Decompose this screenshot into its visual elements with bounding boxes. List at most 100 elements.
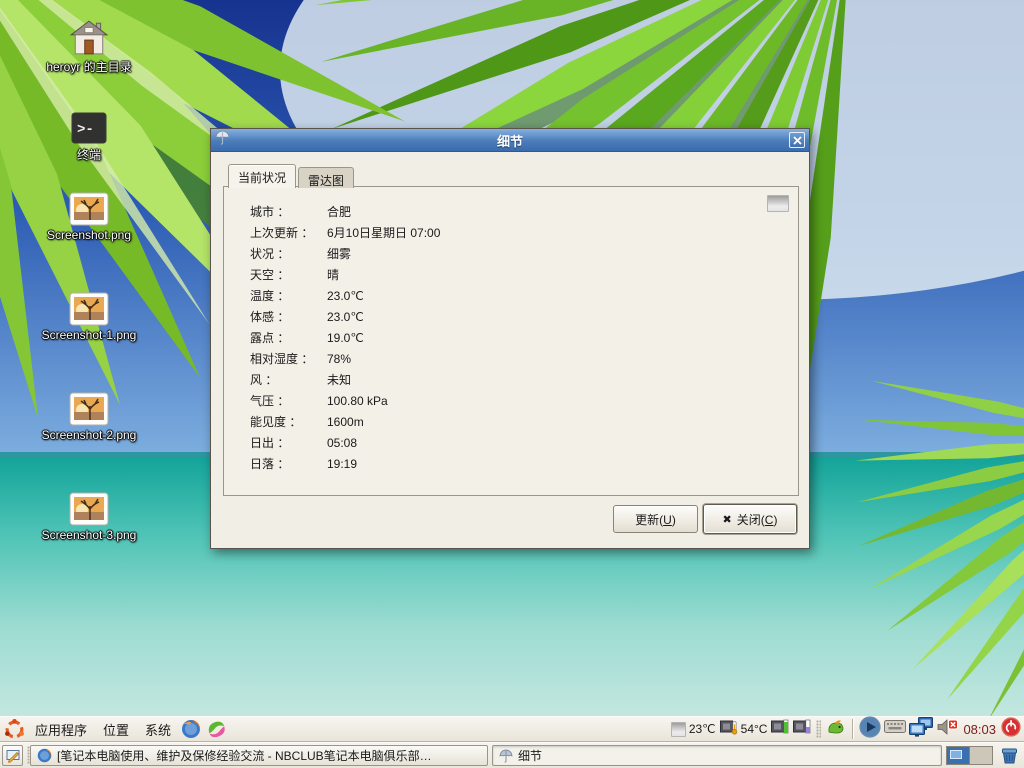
field-row-sunrise: 日出 ：05:08 [250,434,440,455]
field-label: 风 ： [250,371,327,388]
clock[interactable]: 08:03 [963,722,996,737]
cpu-thermometer-icon[interactable] [719,718,738,740]
field-value: 19:19 [327,457,357,471]
svg-text:>-: >- [77,122,94,138]
sensor-temp-label: 23℃ [689,722,716,736]
tab-current-conditions[interactable]: 当前状况 [228,164,296,188]
field-row-temperature: 温度 ：23.0℃ [250,287,440,308]
tray-separator [852,719,853,739]
weather-details-dialog: 细节 当前状况 雷达图 城市 ：合肥 上次更新 ：6月10日星期日 07:00 … [210,128,810,549]
workspace-2[interactable] [969,747,992,764]
field-label: 气压 ： [250,392,327,409]
sensors-applet-icon[interactable] [826,718,846,741]
workspace-1[interactable] [947,747,969,764]
terminal-icon: >- [28,104,150,144]
field-label: 上次更新 ： [250,224,327,241]
cpu-load-green-icon[interactable] [770,718,789,740]
field-value: 6月10日星期日 07:00 [327,224,440,241]
weather-image-placeholder-icon [767,195,789,212]
field-value: 78% [327,352,351,366]
menu-system[interactable]: 系统 [137,717,179,742]
field-label: 温度 ： [250,287,327,304]
swirl-launcher-icon[interactable] [205,718,227,740]
show-desktop-button[interactable] [2,745,23,766]
field-row-sunset: 日落 ：19:19 [250,455,440,476]
window-list-taskbar: [笔记本电脑使用、维护及保修经验交流 - NBCLUB笔记本电脑俱乐部… 细节 [0,741,1024,768]
field-label: 露点 ： [250,329,327,346]
field-value: 细雾 [327,245,351,262]
window-title: [笔记本电脑使用、维护及保修经验交流 - NBCLUB笔记本电脑俱乐部… [57,747,432,764]
workspace-window-thumb [950,750,962,759]
power-button-icon[interactable] [1001,717,1021,742]
field-value: 05:08 [327,436,357,450]
trash-icon[interactable] [1000,746,1019,768]
field-value: 100.80 kPa [327,394,388,408]
firefox-icon[interactable] [181,719,201,739]
media-player-icon[interactable] [859,716,881,743]
field-label: 状况 ： [250,245,327,262]
desktop-icon-label: 终端 [28,146,150,163]
field-label: 体感 ： [250,308,327,325]
field-value: 合肥 [327,203,351,220]
dialog-title: 细节 [211,131,809,150]
taskbar-window-firefox[interactable]: [笔记本电脑使用、维护及保修经验交流 - NBCLUB笔记本电脑俱乐部… [30,745,488,766]
system-tray: 23℃ 54°C [671,717,1023,741]
field-row-pressure: 气压 ：100.80 kPa [250,392,440,413]
field-row-feels-like: 体感 ：23.0℃ [250,308,440,329]
desktop-icon-home[interactable]: heroyr 的主目录 [28,16,150,75]
desktop-icon-label: Screenshot.png [28,228,150,242]
update-button[interactable]: 更新(U) [613,505,698,533]
dialog-titlebar[interactable]: 细节 [211,129,809,152]
desktop-icon-screenshot-2[interactable]: Screenshot-2.png [28,386,150,442]
cpu-load-purple-icon[interactable] [792,718,811,740]
tab-radar-map[interactable]: 雷达图 [298,167,354,188]
ubuntu-logo-icon[interactable] [4,719,25,740]
window-title: 细节 [518,747,542,764]
weather-fields: 城市 ：合肥 上次更新 ：6月10日星期日 07:00 状况 ：细雾 天空 ：晴… [250,203,440,476]
desktop-icon-screenshot-3[interactable]: Screenshot-3.png [28,486,150,542]
firefox-icon [37,748,52,763]
applet-handle[interactable] [816,720,821,738]
desktop-icon-screenshot[interactable]: Screenshot.png [28,186,150,242]
close-x-icon: ✖ [723,513,732,526]
field-row-sky: 天空 ：晴 [250,266,440,287]
close-button[interactable]: ✖ 关闭(C) [703,504,797,534]
field-row-city: 城市 ：合肥 [250,203,440,224]
desktop-icon-terminal[interactable]: >- 终端 [28,104,150,163]
network-computers-icon[interactable] [909,717,934,742]
desktop-screen: heroyr 的主目录 >- 终端 Screenshot.png [0,0,1024,768]
field-value: 1600m [327,415,364,429]
field-value: 23.0℃ [327,289,364,303]
field-row-condition: 状况 ：细雾 [250,245,440,266]
menu-places[interactable]: 位置 [95,717,137,742]
image-file-icon [28,486,150,526]
field-row-humidity: 相对湿度 ：78% [250,350,440,371]
field-label: 相对湿度 ： [250,350,327,367]
desktop-icon-label: Screenshot-2.png [28,428,150,442]
field-value: 19.0℃ [327,331,364,345]
workspace-switcher[interactable] [946,746,993,765]
dialog-tabs: 当前状况 雷达图 [228,163,356,187]
field-label: 天空 ： [250,266,327,283]
desktop-icon-label: heroyr 的主目录 [28,58,150,75]
gnome-menu-panel: 应用程序 位置 系统 23℃ [0,716,1024,741]
field-row-dew-point: 露点 ：19.0℃ [250,329,440,350]
menu-applications[interactable]: 应用程序 [27,717,95,742]
volume-muted-icon[interactable] [937,718,958,741]
field-value: 23.0℃ [327,310,364,324]
image-file-icon [28,386,150,426]
current-conditions-page: 城市 ：合肥 上次更新 ：6月10日星期日 07:00 状况 ：细雾 天空 ：晴… [223,186,799,496]
field-label: 日出 ： [250,434,327,451]
field-row-last-update: 上次更新 ：6月10日星期日 07:00 [250,224,440,245]
desktop-icon-label: Screenshot-1.png [28,328,150,342]
taskbar-window-details[interactable]: 细节 [492,745,942,766]
image-file-icon [28,286,150,326]
field-label: 城市 ： [250,203,327,220]
home-folder-icon [28,16,150,56]
desktop-icon-screenshot-1[interactable]: Screenshot-1.png [28,286,150,342]
field-label: 能见度 ： [250,413,327,430]
close-icon[interactable] [789,132,805,148]
field-value: 未知 [327,371,351,388]
keyboard-icon[interactable] [884,719,906,739]
field-value: 晴 [327,266,339,283]
